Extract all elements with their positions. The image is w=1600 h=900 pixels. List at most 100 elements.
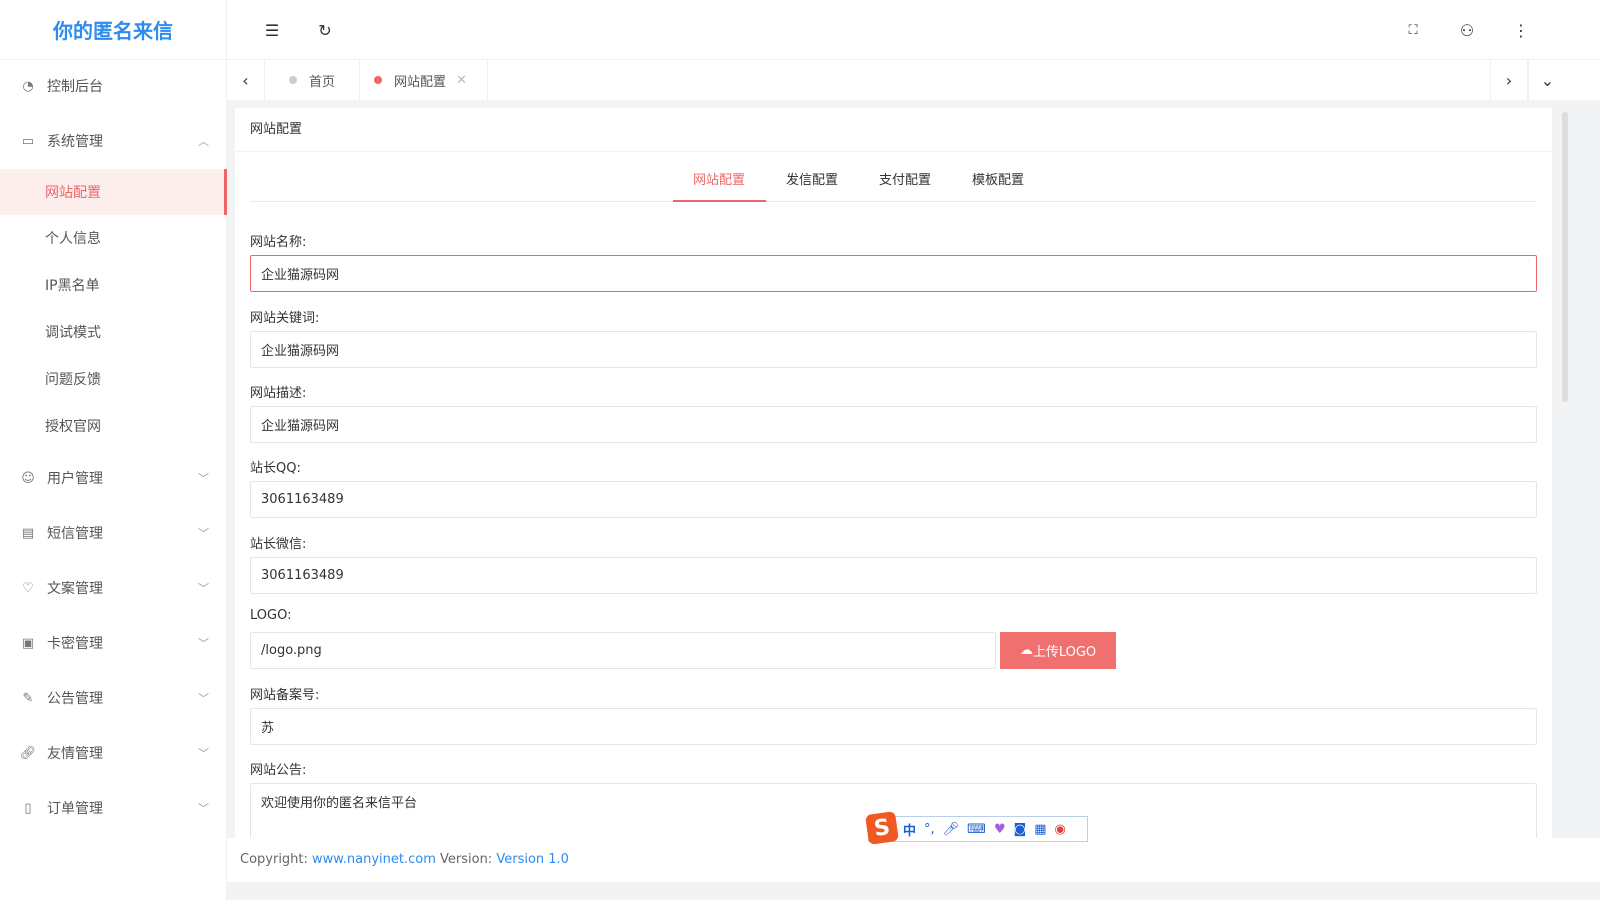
chevron-down-icon: ﹀ (198, 582, 209, 595)
qq-input[interactable] (250, 481, 1537, 518)
menu-label: 问题反馈 (45, 372, 101, 388)
menu-label: 订单管理 (47, 801, 103, 817)
field-label: 网站关键词: (250, 311, 320, 326)
submenu-ip-blacklist[interactable]: IP黑名单 (0, 262, 227, 308)
tab-dot (374, 76, 382, 84)
refresh-icon[interactable]: ↻ (313, 18, 337, 42)
chevron-up-icon: ︿ (198, 135, 209, 148)
menu-label: 卡密管理 (47, 636, 103, 652)
menu-label: 个人信息 (45, 231, 101, 247)
menu-label: 用户管理 (47, 471, 103, 487)
sidebar: 你的匿名来信 ◔ 控制后台 ▭ 系统管理 ︿ 网站配置 个人信息 IP黑名单 调试模式… (0, 0, 227, 900)
menu-cards[interactable]: ▣ 卡密管理 ﹀ (0, 620, 227, 666)
version-link[interactable]: Version 1.0 (496, 852, 569, 867)
chevron-down-icon: ﹀ (198, 472, 209, 485)
menu-fold-icon[interactable]: ☰ (260, 18, 284, 42)
fullscreen-icon[interactable]: ⛶ (1401, 18, 1425, 42)
submenu-feedback[interactable]: 问题反馈 (0, 356, 227, 402)
submenu-license[interactable]: 授权官网 (0, 403, 227, 449)
ime-toolbar[interactable]: S 中 °, 🎤︎ ⌨ ♥ ◙ ▦ ◉ (865, 811, 1088, 845)
menu-label: 系统管理 (47, 134, 103, 150)
logo-input[interactable] (250, 632, 996, 669)
menu-copy[interactable]: ♡ 文案管理 ﹀ (0, 565, 227, 611)
icp-input[interactable] (250, 708, 1537, 745)
menu-label: 网站配置 (45, 185, 101, 201)
ime-mode[interactable]: 中 (903, 820, 916, 839)
field-label: 站长QQ: (250, 461, 301, 476)
tab-site-config[interactable]: 网站配置 ✕ (360, 60, 488, 100)
menu-label: 控制后台 (47, 79, 103, 95)
edit-icon: ✎ (22, 690, 34, 706)
gamepad-icon[interactable]: ◙ (1014, 822, 1027, 837)
chevron-down-icon: ﹀ (198, 747, 209, 760)
message-icon: ▤ (21, 525, 35, 541)
menu-sms[interactable]: ▤ 短信管理 ﹀ (0, 510, 227, 556)
tabs-next-button[interactable]: › (1490, 60, 1528, 100)
chevron-down-icon: ﹀ (198, 637, 209, 650)
tab-label: 首页 (309, 74, 336, 90)
ime-punct[interactable]: °, (924, 822, 935, 837)
dashboard-icon: ◔ (22, 78, 34, 94)
tab-site-config[interactable]: 网站配置 (672, 166, 766, 202)
menu-label: 友情管理 (47, 746, 103, 762)
mascot-icon[interactable]: ◉ (1055, 822, 1066, 837)
site-name-input[interactable] (250, 255, 1537, 292)
more-icon[interactable]: ⋮ (1509, 18, 1533, 42)
tab-template-config[interactable]: 模板配置 (952, 166, 1045, 201)
submenu-profile[interactable]: 个人信息 (0, 215, 227, 261)
user-icon[interactable]: ⚇ (1455, 18, 1479, 42)
menu-label: 文案管理 (47, 581, 103, 597)
submenu-site-config[interactable]: 网站配置 (0, 169, 227, 215)
menu-dashboard[interactable]: ◔ 控制后台 (0, 63, 227, 109)
menu-notice[interactable]: ✎ 公告管理 ﹀ (0, 675, 227, 721)
microphone-icon[interactable]: 🎤︎ (943, 822, 960, 837)
description-input[interactable] (250, 406, 1537, 443)
tab-home[interactable]: 首页 (265, 60, 360, 100)
description-field: 网站描述: (250, 382, 1537, 443)
field-label: 网站描述: (250, 386, 307, 401)
order-icon: ▯ (24, 800, 32, 816)
menu-label: 短信管理 (47, 526, 103, 542)
tabs-dropdown-button[interactable]: ⌄ (1528, 60, 1566, 100)
tab-payment-config[interactable]: 支付配置 (859, 166, 952, 201)
keyboard-icon[interactable]: ⌨ (967, 822, 986, 837)
upload-logo-button[interactable]: ☁ 上传LOGO (1000, 632, 1116, 669)
tab-mail-config[interactable]: 发信配置 (766, 166, 859, 201)
footer: Copyright: www.nanyinet.com Version: Ver… (227, 838, 1600, 882)
field-label: 网站名称: (250, 235, 307, 250)
menu-label: IP黑名单 (45, 278, 100, 294)
top-header: ☰ ↻ ⛶ ⚇ ⋮ (227, 0, 1600, 60)
menu-system[interactable]: ▭ 系统管理 ︿ (0, 118, 227, 164)
menu-orders[interactable]: ▯ 订单管理 ﹀ (0, 785, 227, 831)
submenu-debug[interactable]: 调试模式 (0, 309, 227, 355)
close-icon[interactable]: ✕ (456, 73, 467, 88)
site-link[interactable]: www.nanyinet.com (312, 852, 436, 867)
config-tabs: 网站配置 发信配置 支付配置 模板配置 (250, 166, 1537, 202)
wechat-input[interactable] (250, 557, 1537, 594)
wechat-field: 站长微信: (250, 533, 1537, 594)
sogou-logo-icon: S (865, 811, 899, 845)
tab-label: 网站配置 (394, 74, 447, 90)
heart-icon: ♡ (22, 580, 34, 596)
card-icon: ▣ (21, 635, 35, 651)
field-label: LOGO: (250, 608, 292, 623)
copyright-label: Copyright: (240, 852, 308, 867)
card-title: 网站配置 (235, 108, 1552, 152)
scrollbar[interactable] (1562, 112, 1568, 402)
monitor-icon: ▭ (21, 133, 35, 149)
keywords-input[interactable] (250, 331, 1537, 368)
qq-field: 站长QQ: (250, 457, 1537, 518)
icp-field: 网站备案号: (250, 684, 1537, 745)
apps-grid-icon[interactable]: ▦ (1034, 822, 1046, 837)
site-name-field: 网站名称: (250, 231, 1537, 292)
skin-icon[interactable]: ♥ (994, 822, 1006, 837)
menu-links[interactable]: 🔗︎ 友情管理 ﹀ (0, 730, 227, 776)
menu-users[interactable]: ☺ 用户管理 ﹀ (0, 455, 227, 501)
link-icon: 🔗︎ (19, 745, 37, 761)
page-tabs-bar: ‹ 首页 网站配置 ✕ › ⌄ (227, 60, 1600, 100)
keywords-field: 网站关键词: (250, 307, 1537, 368)
cloud-upload-icon: ☁ (1019, 643, 1033, 658)
tabs-prev-button[interactable]: ‹ (227, 60, 265, 100)
field-label: 网站备案号: (250, 688, 320, 703)
chevron-down-icon: ﹀ (198, 802, 209, 815)
